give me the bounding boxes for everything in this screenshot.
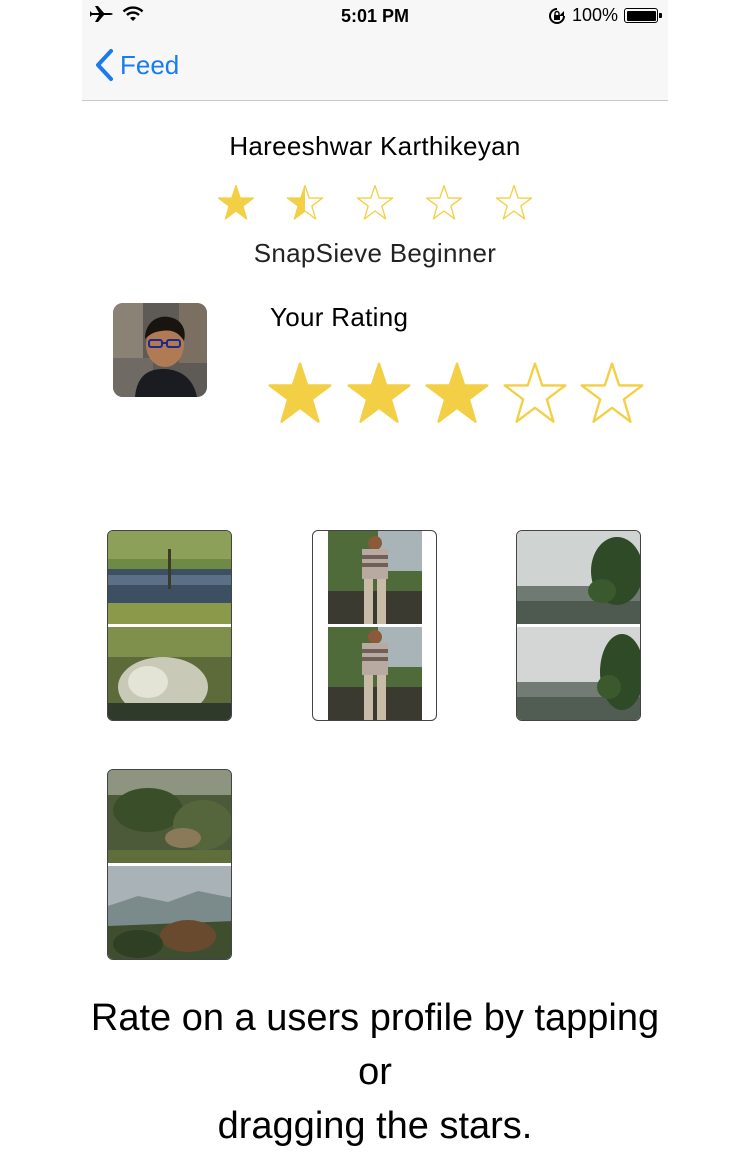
your-rating-star-4[interactable] xyxy=(502,361,568,427)
instruction-line-3: dragging the stars. xyxy=(217,1105,533,1147)
avatar-image xyxy=(113,303,207,397)
photo-forest-slope[interactable] xyxy=(107,769,232,960)
instruction-line-2: or xyxy=(358,1051,392,1093)
photo-man-top xyxy=(328,531,422,624)
navigation-bar: Feed xyxy=(82,32,668,101)
your-rating-star-1[interactable] xyxy=(267,361,333,427)
chevron-left-icon xyxy=(96,49,113,81)
photo-valley-bottom xyxy=(517,627,640,720)
your-rating-star-5[interactable] xyxy=(579,361,645,427)
back-button[interactable]: Feed xyxy=(94,48,179,82)
instruction-line-1: Rate on a users profile by tapping xyxy=(90,997,660,1039)
status-right: 100% xyxy=(548,5,662,26)
photo-misty-valley-tree[interactable] xyxy=(516,530,641,721)
your-rating-star-3[interactable] xyxy=(424,361,490,427)
photo-valley-top xyxy=(517,531,640,624)
user-rating-star-1 xyxy=(217,184,255,220)
rotation-lock-icon xyxy=(548,7,565,24)
user-rating-star-5 xyxy=(495,184,533,220)
user-rating-star-3 xyxy=(356,184,394,220)
photo-lake-marsh-top xyxy=(108,531,231,624)
avatar[interactable] xyxy=(113,303,207,397)
photo-forest-bottom xyxy=(108,866,231,959)
photo-forest-top xyxy=(108,770,231,863)
user-name: Hareeshwar Karthikeyan xyxy=(229,131,521,161)
user-rank: SnapSieve Beginner xyxy=(253,238,497,268)
battery-percent: 100% xyxy=(571,5,618,25)
back-label: Feed xyxy=(120,49,180,80)
user-rating-star-2 xyxy=(286,184,324,220)
your-rating-label: Your Rating xyxy=(270,302,409,332)
instruction-text: Rate on a users profile by tapping or dr… xyxy=(0,991,750,1153)
photo-lake-marsh[interactable] xyxy=(107,530,232,721)
battery-fill xyxy=(626,10,656,21)
user-rating-star-4 xyxy=(425,184,463,220)
photo-lake-marsh-bottom xyxy=(108,627,231,720)
photo-man-bottom xyxy=(328,627,422,720)
your-rating-star-2[interactable] xyxy=(346,361,412,427)
battery-icon xyxy=(624,8,662,23)
photo-man-on-railing[interactable] xyxy=(312,530,437,721)
status-bar: 5:01 PM 100% xyxy=(82,0,668,32)
